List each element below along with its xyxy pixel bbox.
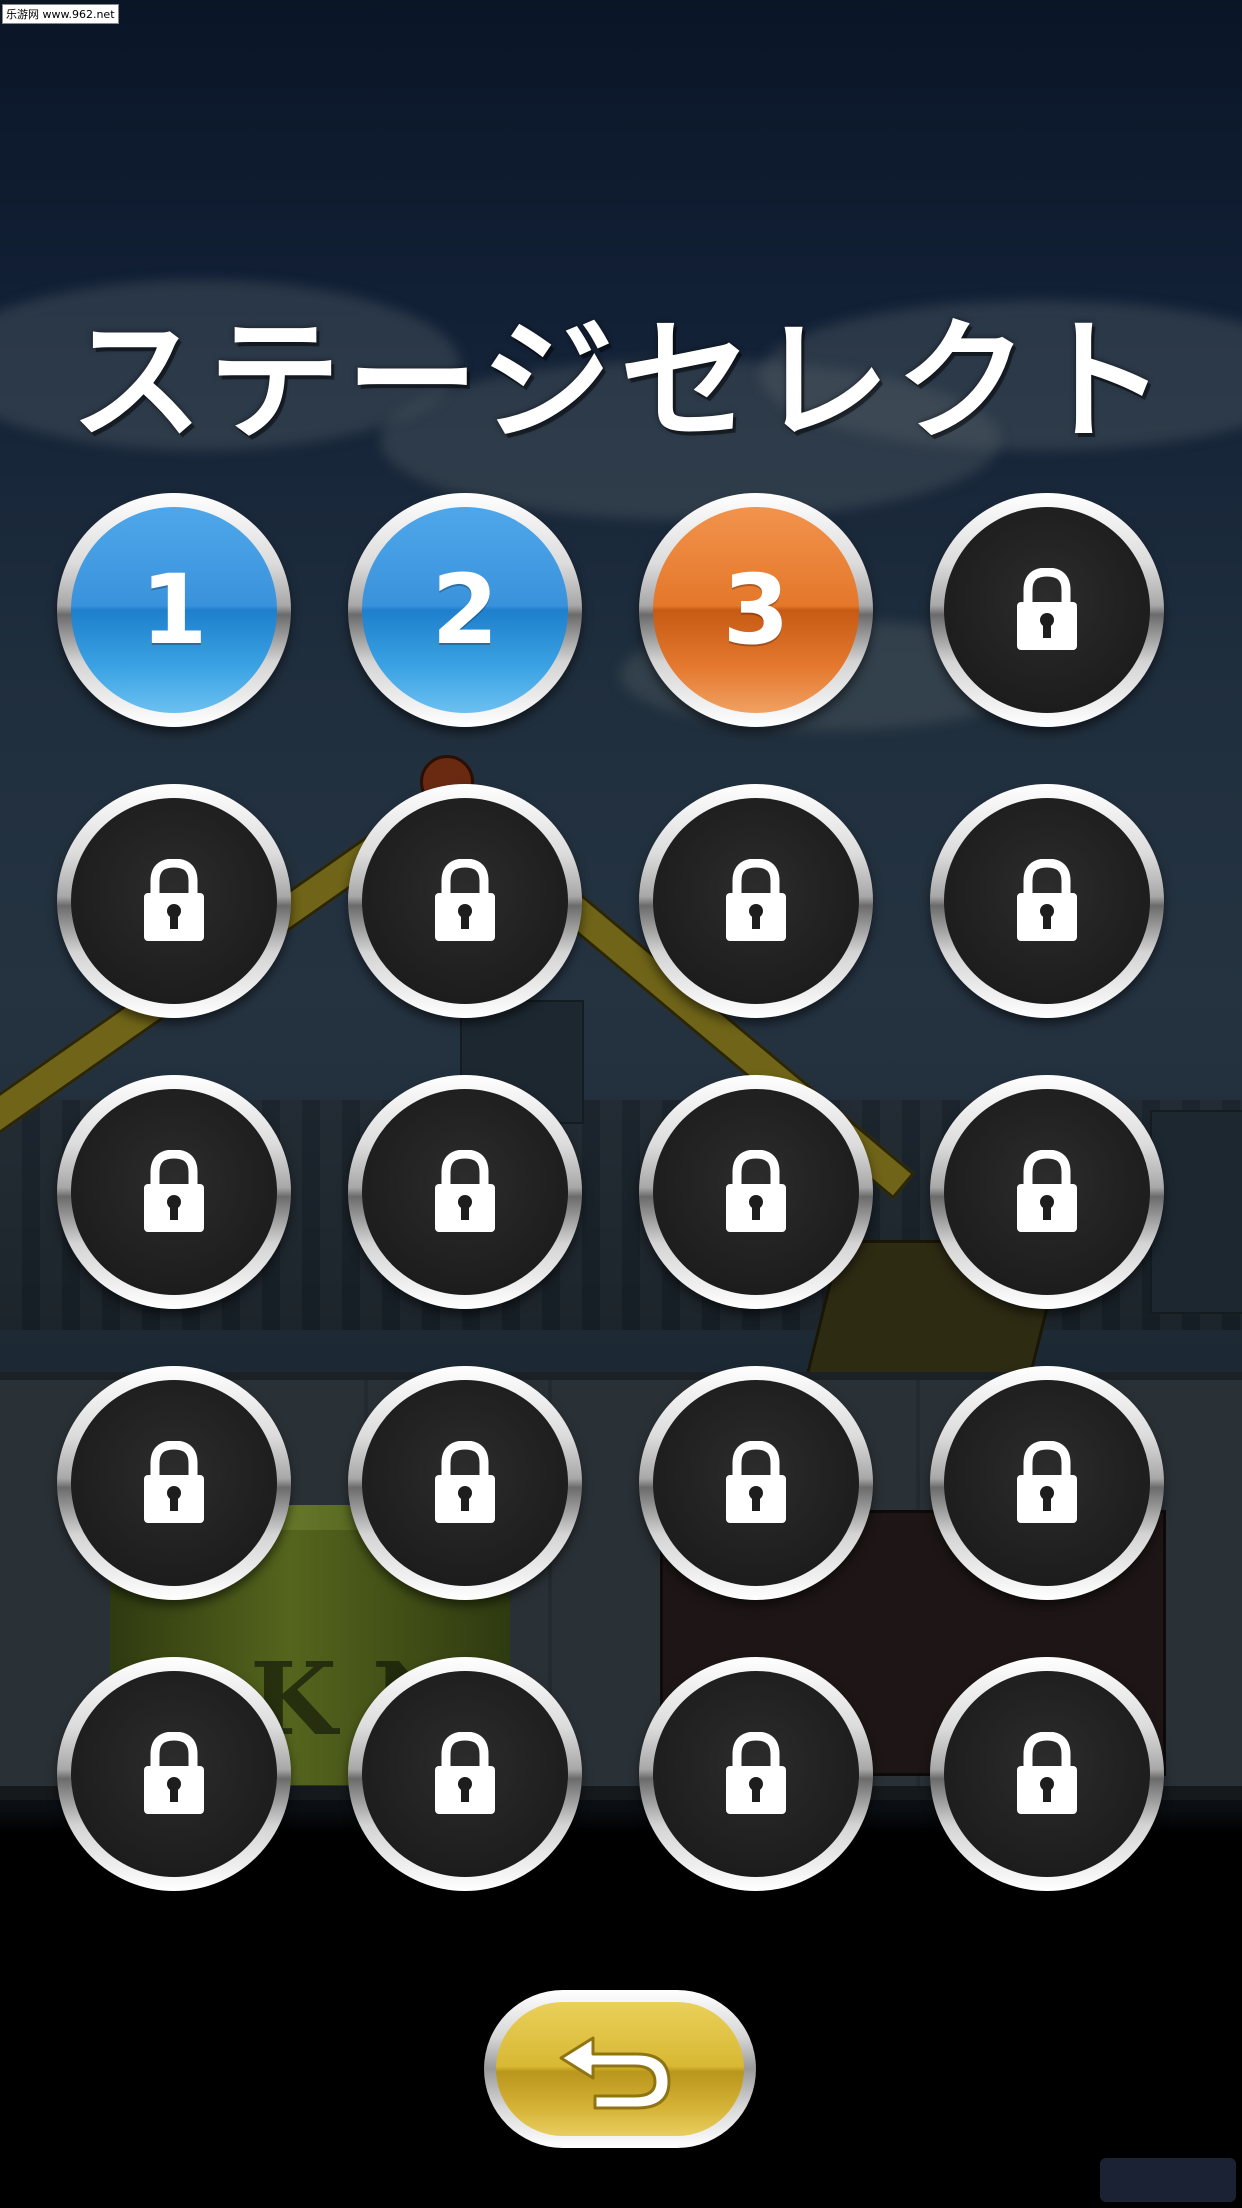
stage-face: 2 [362, 507, 568, 713]
stage-face [653, 798, 859, 1004]
stage-face [653, 1380, 859, 1586]
stage-button-8[interactable] [930, 784, 1164, 1018]
stage-grid: 1 2 3 [0, 0, 1242, 2208]
stage-button-9[interactable] [57, 1075, 291, 1309]
stage-face [653, 1671, 859, 1877]
lock-icon [144, 1441, 204, 1523]
lock-icon [1017, 1441, 1077, 1523]
stage-button-7[interactable] [639, 784, 873, 1018]
lock-icon [726, 1732, 786, 1814]
stage-face [653, 1089, 859, 1295]
stage-button-3[interactable]: 3 [639, 493, 873, 727]
stage-face: 3 [653, 507, 859, 713]
stage-face [944, 1089, 1150, 1295]
stage-face [362, 1671, 568, 1877]
back-button[interactable] [484, 1990, 756, 2148]
stage-face: 1 [71, 507, 277, 713]
stage-button-12[interactable] [930, 1075, 1164, 1309]
stage-face [944, 1671, 1150, 1877]
stage-button-16[interactable] [930, 1366, 1164, 1600]
stage-button-5[interactable] [57, 784, 291, 1018]
lock-icon [435, 859, 495, 941]
lock-icon [1017, 1150, 1077, 1232]
stage-number: 1 [140, 554, 208, 666]
back-button-face [496, 2002, 744, 2136]
stage-number: 3 [722, 554, 790, 666]
stage-button-19[interactable] [639, 1657, 873, 1891]
lock-icon [1017, 1732, 1077, 1814]
lock-icon [1017, 568, 1077, 650]
stage-face [362, 798, 568, 1004]
stage-button-13[interactable] [57, 1366, 291, 1600]
lock-icon [1017, 859, 1077, 941]
stage-button-18[interactable] [348, 1657, 582, 1891]
stage-button-15[interactable] [639, 1366, 873, 1600]
lock-icon [144, 1150, 204, 1232]
lock-icon [435, 1732, 495, 1814]
stage-face [362, 1089, 568, 1295]
stage-button-17[interactable] [57, 1657, 291, 1891]
stage-face [362, 1380, 568, 1586]
lock-icon [144, 1732, 204, 1814]
stage-button-11[interactable] [639, 1075, 873, 1309]
lock-icon [144, 859, 204, 941]
stage-face [71, 1380, 277, 1586]
lock-icon [726, 859, 786, 941]
stage-face [71, 1671, 277, 1877]
stage-face [71, 1089, 277, 1295]
stage-button-14[interactable] [348, 1366, 582, 1600]
stage-button-20[interactable] [930, 1657, 1164, 1891]
lock-icon [435, 1150, 495, 1232]
lock-icon [435, 1441, 495, 1523]
stage-face [944, 507, 1150, 713]
lock-icon [726, 1150, 786, 1232]
stage-button-10[interactable] [348, 1075, 582, 1309]
stage-face [71, 798, 277, 1004]
stage-number: 2 [431, 554, 499, 666]
stage-button-1[interactable]: 1 [57, 493, 291, 727]
stage-button-6[interactable] [348, 784, 582, 1018]
stage-button-2[interactable]: 2 [348, 493, 582, 727]
stage-face [944, 1380, 1150, 1586]
return-arrow-icon [559, 2036, 671, 2110]
watermark-logo [1100, 2158, 1236, 2202]
stage-button-4[interactable] [930, 493, 1164, 727]
lock-icon [726, 1441, 786, 1523]
stage-face [944, 798, 1150, 1004]
